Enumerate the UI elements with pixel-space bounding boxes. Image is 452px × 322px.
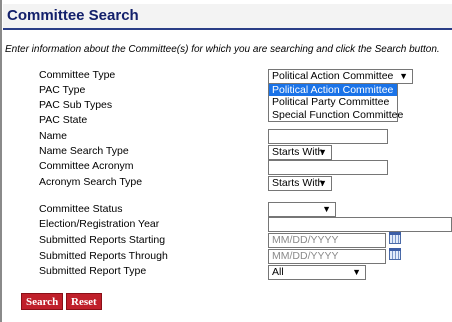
name-search-type-label: Name Search Type — [39, 145, 129, 157]
chevron-down-icon: ▼ — [318, 147, 327, 157]
election-year-input[interactable] — [268, 217, 452, 232]
calendar-icon[interactable] — [389, 232, 401, 244]
chevron-down-icon: ▼ — [318, 178, 327, 188]
committee-type-option[interactable]: Political Action Committee — [269, 84, 397, 97]
committee-type-option[interactable]: Special Function Committee — [269, 109, 403, 121]
committee-status-label: Committee Status — [39, 203, 123, 215]
committee-acronym-input[interactable] — [268, 160, 388, 175]
acronym-search-type-label: Acronym Search Type — [39, 176, 143, 188]
chevron-down-icon: ▼ — [352, 267, 361, 277]
name-input[interactable] — [268, 129, 388, 144]
committee-type-select[interactable]: Political Action Committee ▼ — [268, 69, 413, 84]
reset-button[interactable]: Reset — [66, 293, 102, 310]
left-border — [0, 0, 2, 322]
submitted-starting-placeholder: MM/DD/YYYY — [272, 234, 339, 246]
instructions-text: Enter information about the Committee(s)… — [5, 44, 440, 55]
committee-type-label: Committee Type — [39, 69, 116, 81]
name-search-type-value: Starts With — [272, 146, 324, 158]
acronym-search-type-select[interactable]: Starts With ▼ — [268, 176, 332, 191]
submitted-report-type-value: All — [272, 266, 284, 278]
submitted-through-label: Submitted Reports Through — [39, 250, 168, 262]
title-bar: Committee Search — [3, 4, 452, 30]
submitted-report-type-label: Submitted Report Type — [39, 265, 147, 277]
acronym-search-type-value: Starts With — [272, 177, 324, 189]
committee-type-option[interactable]: Political Party Committee — [269, 96, 397, 108]
calendar-icon[interactable] — [389, 248, 401, 260]
name-search-type-select[interactable]: Starts With ▼ — [268, 145, 332, 160]
chevron-down-icon: ▼ — [322, 204, 331, 214]
submitted-through-input[interactable]: MM/DD/YYYY — [268, 249, 386, 264]
committee-type-dropdown[interactable]: Political Action Committee Political Par… — [268, 83, 403, 122]
name-label: Name — [39, 130, 68, 142]
submitted-starting-input[interactable]: MM/DD/YYYY — [268, 233, 386, 248]
committee-type-value: Political Action Committee — [272, 70, 394, 82]
search-button[interactable]: Search — [21, 293, 64, 310]
pac-state-label: PAC State — [39, 114, 88, 126]
page-title: Committee Search — [7, 7, 139, 24]
pac-sub-types-label: PAC Sub Types — [39, 99, 113, 111]
submitted-report-type-select[interactable]: All ▼ — [268, 265, 366, 280]
submitted-starting-label: Submitted Reports Starting — [39, 234, 166, 246]
election-year-label: Election/Registration Year — [39, 218, 160, 230]
committee-acronym-label: Committee Acronym — [39, 160, 134, 172]
chevron-down-icon: ▼ — [399, 71, 408, 81]
committee-status-select[interactable]: ▼ — [268, 202, 336, 217]
pac-type-label: PAC Type — [39, 84, 86, 96]
submitted-through-placeholder: MM/DD/YYYY — [272, 250, 339, 262]
